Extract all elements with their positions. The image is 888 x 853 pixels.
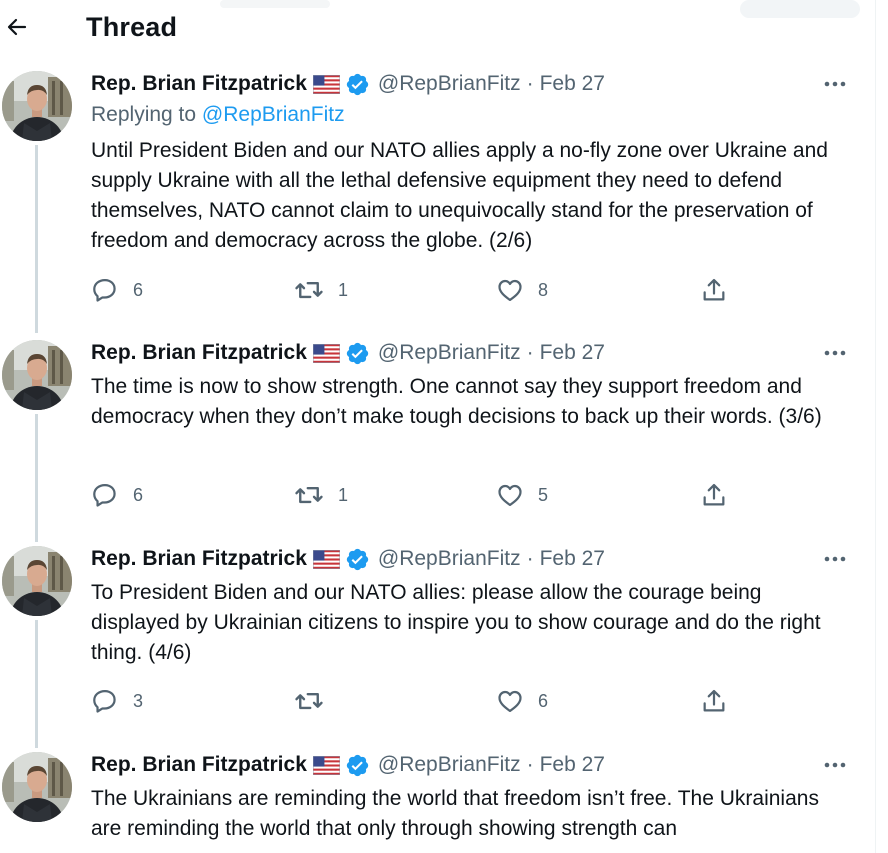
us-flag-icon [313, 756, 340, 775]
more-icon [823, 555, 847, 563]
us-flag-icon [313, 75, 340, 94]
more-icon [823, 761, 847, 769]
retweet-button[interactable]: 1 [294, 275, 348, 305]
author-handle[interactable]: @RepBrianFitz [378, 72, 521, 96]
tweet-timestamp[interactable]: Feb 27 [540, 341, 605, 365]
tweet[interactable]: Rep. Brian Fitzpatrick @RepBrianFitz · F… [0, 544, 875, 748]
like-count: 5 [538, 484, 549, 505]
author-handle[interactable]: @RepBrianFitz [378, 753, 521, 777]
author-name[interactable]: Rep. Brian Fitzpatrick [91, 72, 307, 96]
reply-button[interactable]: 6 [91, 480, 143, 510]
retweet-button[interactable]: 1 [294, 480, 348, 510]
reply-button[interactable]: 6 [91, 275, 143, 305]
reply-icon [91, 687, 119, 715]
tweet-timestamp[interactable]: Feb 27 [540, 72, 605, 96]
tweet-timestamp[interactable]: Feb 27 [540, 753, 605, 777]
more-icon [823, 349, 847, 357]
reply-count: 3 [133, 690, 144, 711]
arrow-left-icon [7, 18, 27, 36]
tweet-actions: 6 1 5 [0, 480, 875, 510]
like-button[interactable]: 6 [496, 686, 548, 716]
tweet-timestamp[interactable]: Feb 27 [540, 547, 605, 571]
avatar[interactable] [2, 752, 72, 822]
heart-icon [496, 276, 524, 304]
author-name[interactable]: Rep. Brian Fitzpatrick [91, 341, 307, 365]
retweet-count: 1 [338, 484, 349, 505]
more-options-button[interactable] [820, 752, 850, 778]
author-handle[interactable]: @RepBrianFitz [378, 341, 521, 365]
separator: · [526, 72, 534, 95]
share-button[interactable] [700, 480, 728, 510]
verified-badge-icon [345, 547, 370, 572]
retweet-icon [294, 480, 324, 510]
like-count: 8 [538, 279, 549, 300]
reply-count: 6 [133, 279, 144, 300]
tweet-text: The time is now to show strength. One ca… [91, 375, 822, 428]
retweet-icon [294, 275, 324, 305]
avatar[interactable] [2, 71, 72, 141]
replying-to-handle-link[interactable]: @RepBrianFitz [202, 103, 345, 126]
tweet-actions: 6 1 8 [0, 275, 875, 305]
author-name[interactable]: Rep. Brian Fitzpatrick [91, 547, 307, 571]
thread-connector-line [35, 620, 38, 748]
reply-count: 6 [133, 484, 144, 505]
separator: · [526, 341, 534, 364]
heart-icon [496, 687, 524, 715]
replying-to-label: Replying to [91, 103, 197, 126]
page-title: Thread [86, 12, 178, 42]
like-count: 6 [538, 690, 549, 711]
retweet-icon [294, 686, 324, 716]
reply-icon [91, 276, 119, 304]
us-flag-icon [313, 344, 340, 363]
more-icon [823, 80, 847, 88]
tweet-text: The Ukrainians are reminding the world t… [91, 787, 819, 840]
verified-badge-icon [345, 72, 370, 97]
tweet-header: Rep. Brian Fitzpatrick @RepBrianFitz · F… [91, 69, 605, 99]
avatar[interactable] [2, 546, 72, 616]
tweet-header: Rep. Brian Fitzpatrick @RepBrianFitz · F… [91, 544, 605, 574]
page-header: Thread [0, 0, 875, 56]
share-icon [700, 481, 728, 509]
thread-connector-line [35, 414, 38, 542]
us-flag-icon [313, 550, 340, 569]
share-button[interactable] [700, 275, 728, 305]
reply-button[interactable]: 3 [91, 686, 143, 716]
tweet-header: Rep. Brian Fitzpatrick @RepBrianFitz · F… [91, 338, 605, 368]
tweet[interactable]: Rep. Brian Fitzpatrick @RepBrianFitz · F… [0, 750, 875, 853]
column-divider [875, 0, 876, 853]
share-icon [700, 276, 728, 304]
heart-icon [496, 481, 524, 509]
like-button[interactable]: 5 [496, 480, 548, 510]
like-button[interactable]: 8 [496, 275, 548, 305]
more-options-button[interactable] [820, 546, 850, 572]
avatar[interactable] [2, 340, 72, 410]
tweet[interactable]: Rep. Brian Fitzpatrick @RepBrianFitz · F… [0, 338, 875, 542]
tweet-text: To President Biden and our NATO allies: … [91, 581, 821, 664]
author-handle[interactable]: @RepBrianFitz [378, 547, 521, 571]
share-icon [700, 687, 728, 715]
tweet-header: Rep. Brian Fitzpatrick @RepBrianFitz · F… [91, 750, 605, 780]
verified-badge-icon [345, 341, 370, 366]
tweet-actions: 3 6 [0, 686, 875, 716]
retweet-button[interactable] [294, 686, 338, 716]
share-button[interactable] [700, 686, 728, 716]
separator: · [526, 547, 534, 570]
more-options-button[interactable] [820, 71, 850, 97]
back-button[interactable] [2, 12, 32, 42]
author-name[interactable]: Rep. Brian Fitzpatrick [91, 753, 307, 777]
thread-page: Thread Rep. Brian Fitzpatrick @RepBrianF… [0, 0, 888, 853]
replying-to-line: Replying to @RepBrianFitz [91, 103, 345, 127]
reply-icon [91, 481, 119, 509]
verified-badge-icon [345, 753, 370, 778]
more-options-button[interactable] [820, 340, 850, 366]
tweet[interactable]: Rep. Brian Fitzpatrick @RepBrianFitz · F… [0, 69, 875, 333]
separator: · [526, 753, 534, 776]
tweet-text: Until President Biden and our NATO allie… [91, 139, 828, 252]
retweet-count: 1 [338, 279, 349, 300]
